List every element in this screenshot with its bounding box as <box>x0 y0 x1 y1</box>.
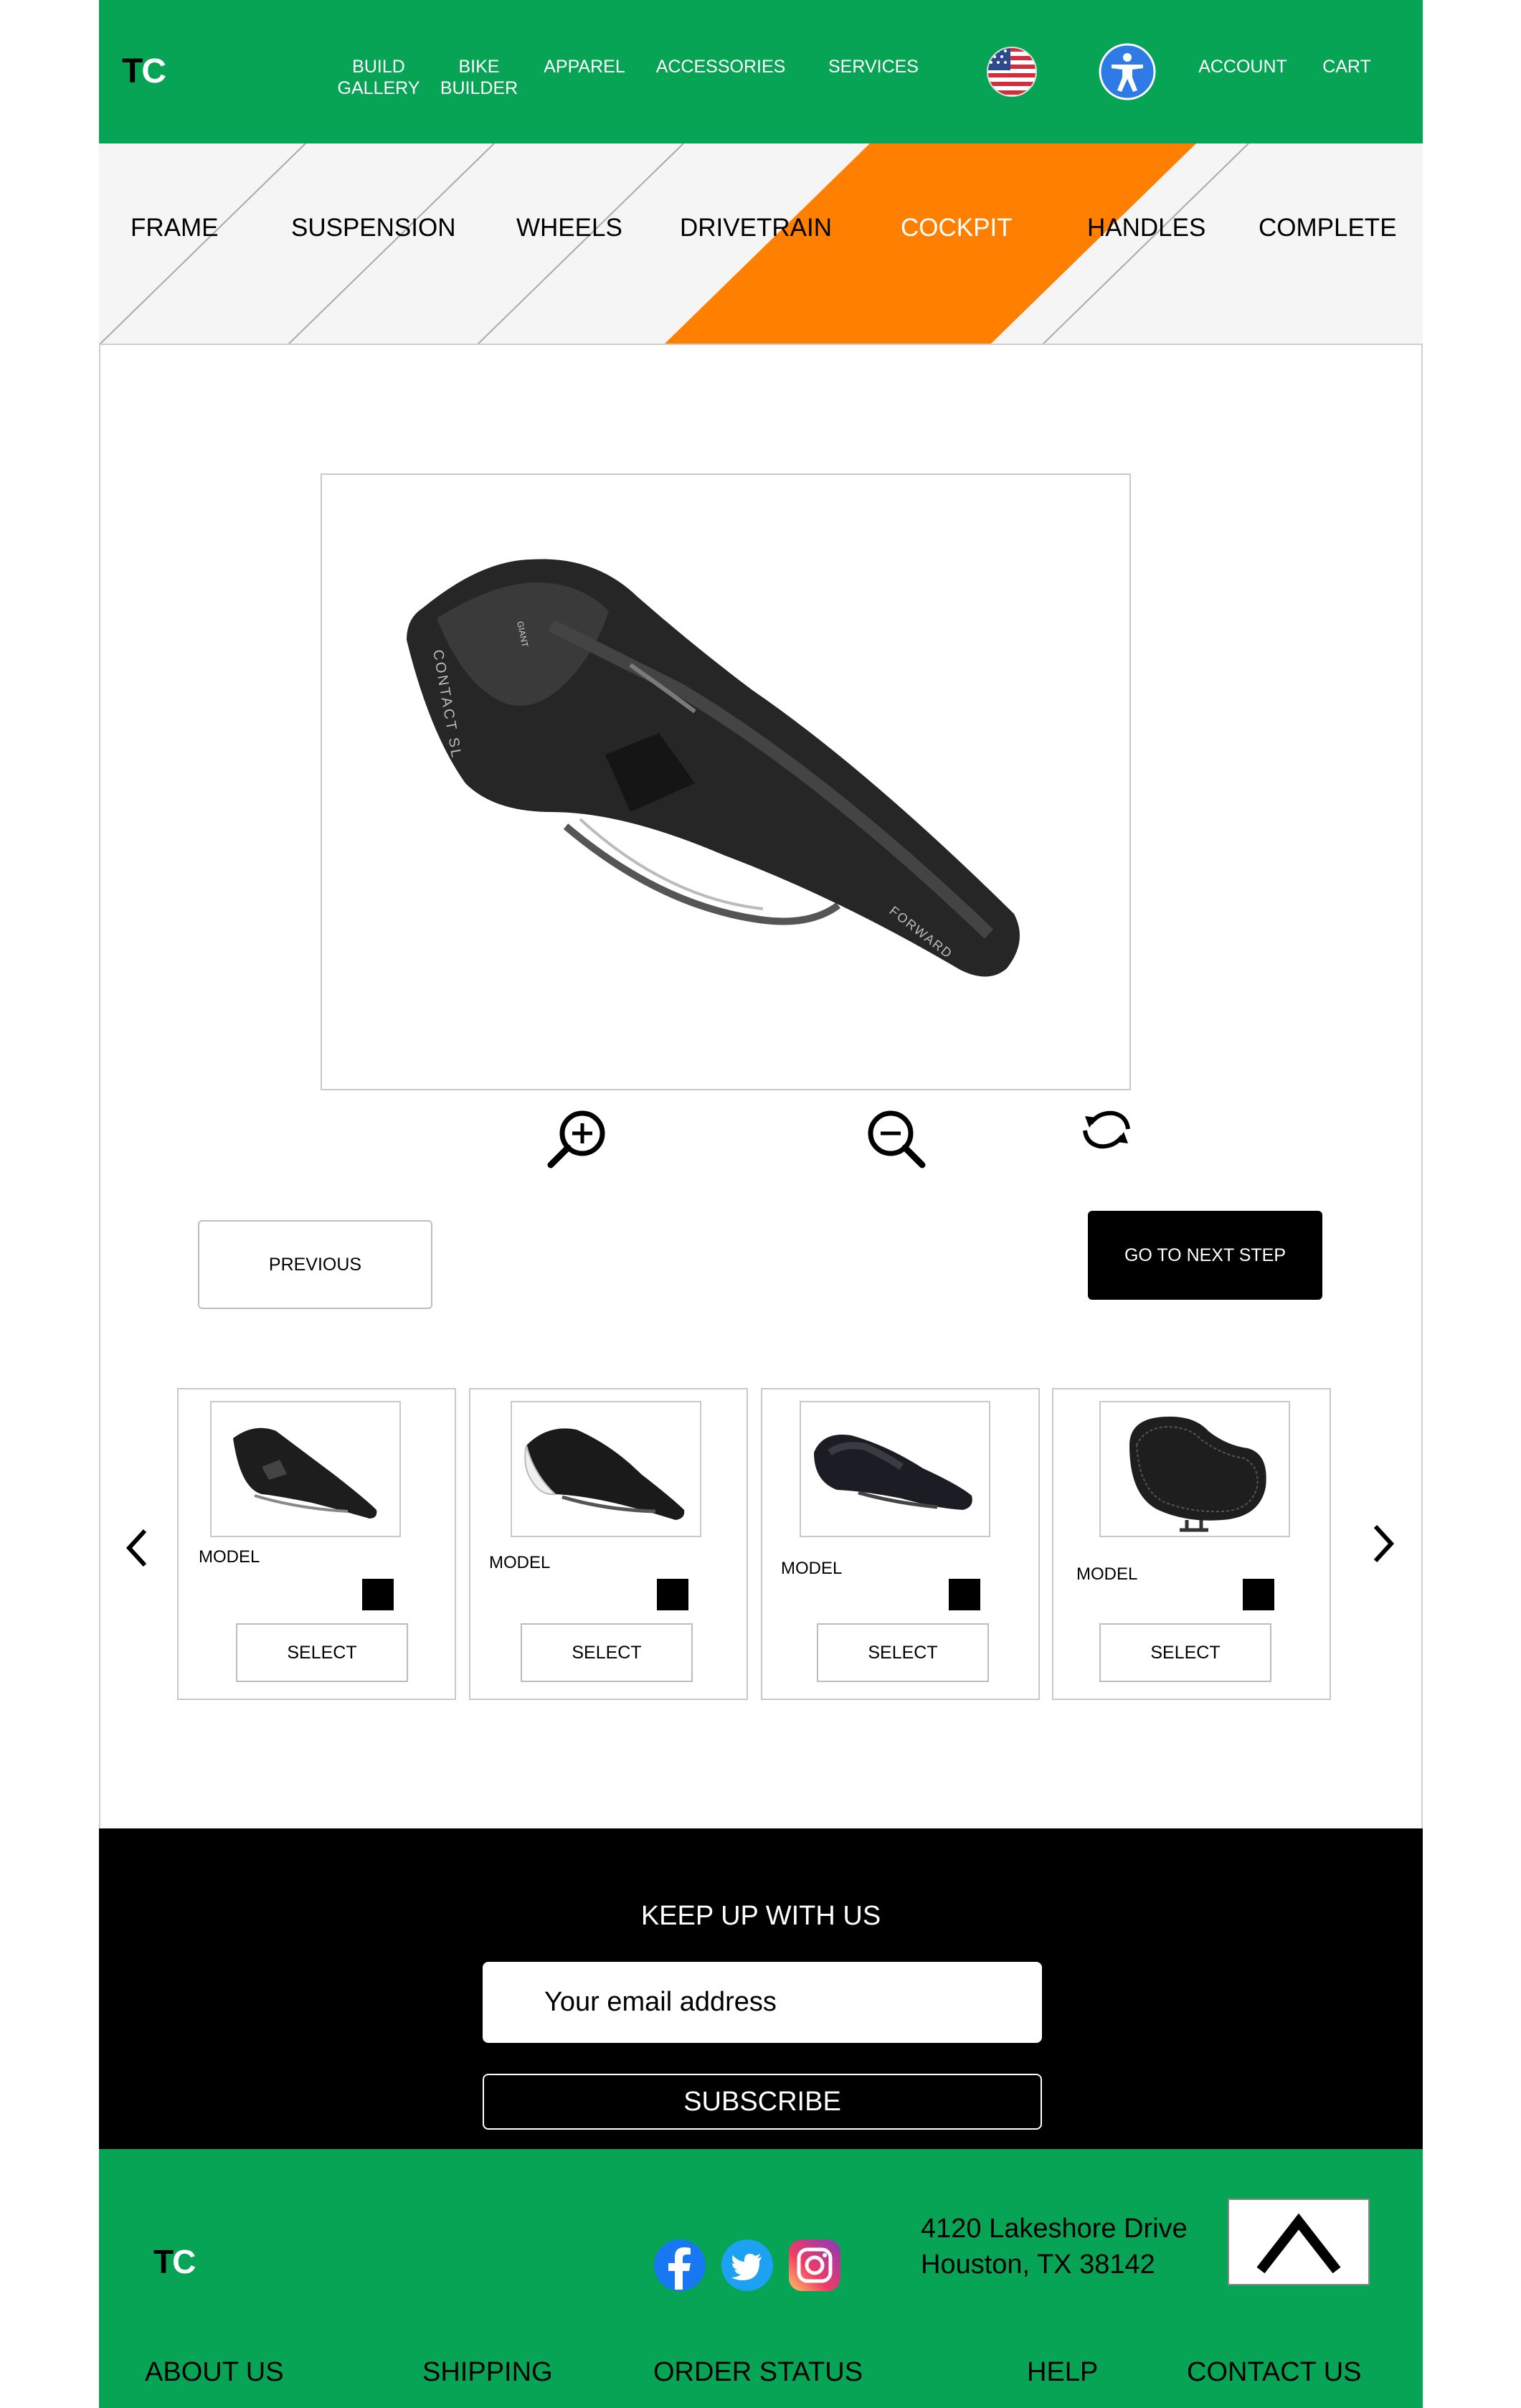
product-card-2[interactable]: MODEL SELECT <box>469 1388 748 1700</box>
nav-cart[interactable]: CART <box>1311 56 1383 77</box>
zoom-in-icon[interactable] <box>544 1105 612 1174</box>
nav-bike-builder[interactable]: BIKE BUILDER <box>432 56 526 99</box>
product-1-saddle-image <box>233 1427 377 1519</box>
nav-accessories-label: ACCESSORIES <box>655 57 786 77</box>
nav-build-gallery-line1: BUILD <box>352 57 405 77</box>
product-model-label-4: MODEL <box>1076 1564 1138 1584</box>
product-3-saddle-image <box>814 1435 972 1510</box>
logo-letter-c: C <box>141 52 166 90</box>
product-card-3[interactable]: MODEL SELECT <box>761 1388 1040 1700</box>
product-card-1[interactable]: MODEL SELECT <box>177 1388 456 1700</box>
nav-build-gallery[interactable]: BUILD GALLERY <box>332 56 425 99</box>
rotate-icon[interactable] <box>1078 1105 1135 1155</box>
twitter-icon[interactable] <box>720 2238 774 2293</box>
step-frame[interactable]: FRAME <box>131 214 219 242</box>
zoom-out-icon[interactable] <box>862 1105 931 1174</box>
footer-logo-letter-t: T <box>153 2243 174 2280</box>
footer-link-about-us[interactable]: ABOUT US <box>145 2357 284 2388</box>
instagram-icon[interactable] <box>787 2238 842 2293</box>
site-header: TC BUILD GALLERY BIKE BUILDER APPAREL AC… <box>99 0 1423 143</box>
nav-bike-builder-line2: BUILDER <box>440 78 518 98</box>
nav-bike-builder-line1: BIKE <box>458 57 500 77</box>
carousel-next-arrow-icon[interactable] <box>1368 1522 1397 1565</box>
footer-link-shipping[interactable]: SHIPPING <box>422 2357 553 2388</box>
nav-services-label: SERVICES <box>828 57 919 77</box>
footer-logo[interactable]: TC <box>153 2242 196 2281</box>
product-thumb-4 <box>1099 1401 1290 1537</box>
chevron-up-icon <box>1256 2213 1341 2274</box>
footer-address: 4120 Lakeshore Drive Houston, TX 38142 <box>921 2211 1188 2282</box>
step-drivetrain[interactable]: DRIVETRAIN <box>680 214 832 242</box>
newsletter-section: KEEP UP WITH US SUBSCRIBE <box>99 1828 1423 2149</box>
nav-apparel[interactable]: APPAREL <box>538 56 631 77</box>
product-select-button-4[interactable]: SELECT <box>1099 1623 1271 1682</box>
footer-logo-letter-c: C <box>172 2243 196 2280</box>
steps-diagonal-dividers <box>99 143 1249 344</box>
product-select-button-3[interactable]: SELECT <box>817 1623 989 1682</box>
product-thumb-3 <box>800 1401 990 1537</box>
back-to-top-button[interactable] <box>1228 2199 1370 2285</box>
step-handles[interactable]: HANDLES <box>1087 214 1205 242</box>
address-line-2: Houston, TX 38142 <box>921 2249 1155 2280</box>
site-logo[interactable]: TC <box>122 52 166 91</box>
product-color-swatch-3[interactable] <box>949 1579 980 1610</box>
product-color-swatch-1[interactable] <box>362 1579 394 1610</box>
footer-link-help[interactable]: HELP <box>1027 2357 1098 2388</box>
product-viewer[interactable]: CONTACT SL FORWARD GIANT <box>321 473 1131 1090</box>
product-select-button-2[interactable]: SELECT <box>521 1623 693 1682</box>
product-color-swatch-4[interactable] <box>1243 1579 1274 1610</box>
product-select-button-1[interactable]: SELECT <box>236 1623 408 1682</box>
address-line-1: 4120 Lakeshore Drive <box>921 2214 1188 2244</box>
build-steps-bar: FRAME SUSPENSION WHEELS DRIVETRAIN COCKP… <box>99 143 1423 345</box>
nav-services[interactable]: SERVICES <box>816 56 931 77</box>
accessibility-icon[interactable] <box>1099 43 1156 100</box>
product-model-label-2: MODEL <box>489 1553 551 1572</box>
logo-letter-t: T <box>122 52 143 90</box>
site-footer: TC 4120 Lakeshore Drive Houston, TX 3814… <box>99 2149 1423 2408</box>
next-step-button[interactable]: GO TO NEXT STEP <box>1088 1211 1322 1300</box>
footer-link-contact-us[interactable]: CONTACT US <box>1187 2357 1362 2388</box>
product-color-swatch-2[interactable] <box>657 1579 688 1610</box>
saddle-image: CONTACT SL FORWARD GIANT <box>407 559 1020 977</box>
product-model-label-3: MODEL <box>781 1559 843 1578</box>
step-cockpit[interactable]: COCKPIT <box>901 214 1013 242</box>
product-thumb-1 <box>210 1401 401 1537</box>
step-wheels[interactable]: WHEELS <box>516 214 622 242</box>
previous-button[interactable]: PREVIOUS <box>198 1220 432 1309</box>
step-suspension[interactable]: SUSPENSION <box>291 214 456 242</box>
product-4-saddle-image <box>1129 1416 1266 1532</box>
step-complete[interactable]: COMPLETE <box>1259 214 1397 242</box>
us-flag-icon[interactable] <box>986 46 1038 98</box>
nav-accessories[interactable]: ACCESSORIES <box>645 56 796 77</box>
newsletter-title: KEEP UP WITH US <box>640 1901 881 1931</box>
footer-link-order-status[interactable]: ORDER STATUS <box>653 2357 863 2388</box>
email-input[interactable] <box>483 1962 1042 2043</box>
product-model-label-1: MODEL <box>199 1547 260 1567</box>
product-2-saddle-image <box>524 1428 685 1520</box>
nav-account[interactable]: ACCOUNT <box>1196 56 1289 77</box>
nav-apparel-label: APPAREL <box>544 57 625 77</box>
product-card-4[interactable]: MODEL SELECT <box>1052 1388 1331 1700</box>
nav-build-gallery-line2: GALLERY <box>337 78 420 98</box>
subscribe-button[interactable]: SUBSCRIBE <box>483 2074 1042 2130</box>
carousel-prev-arrow-icon[interactable] <box>123 1526 152 1569</box>
facebook-icon[interactable] <box>653 2238 707 2293</box>
product-thumb-2 <box>511 1401 701 1537</box>
